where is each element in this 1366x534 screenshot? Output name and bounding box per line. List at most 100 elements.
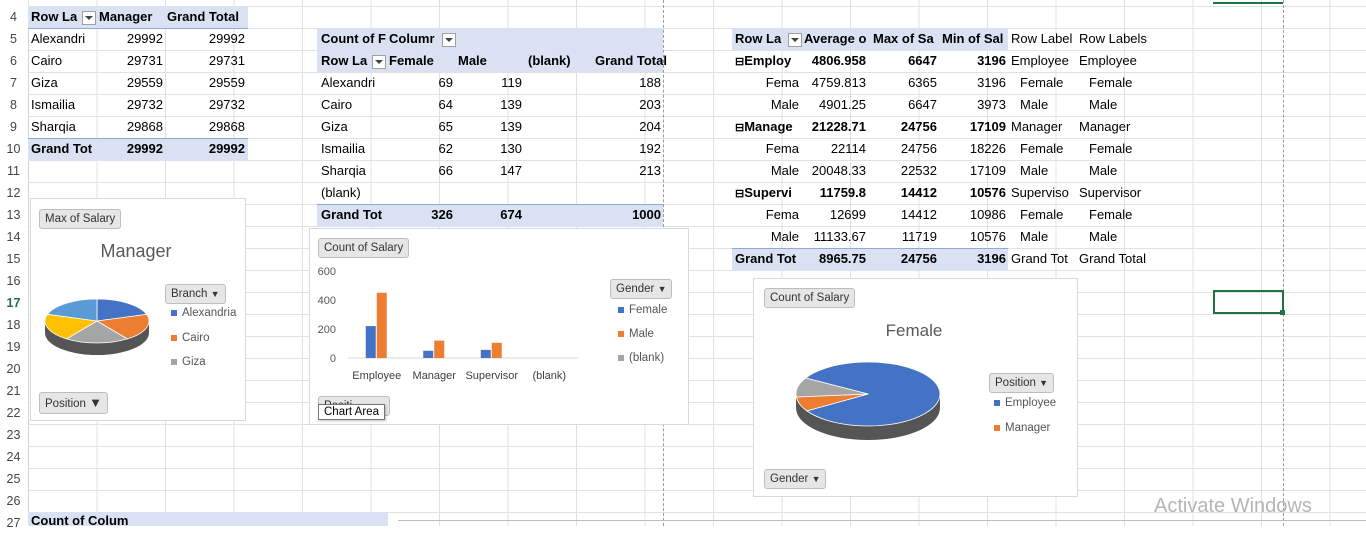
pivot-value[interactable]: 204 [595, 116, 661, 138]
pivot-total-value[interactable]: 29992 [167, 138, 245, 160]
pivot-value[interactable]: 69 [389, 72, 453, 94]
row-number[interactable]: 23 [0, 424, 27, 446]
row-number[interactable]: 8 [0, 94, 27, 116]
pivot-header-cell[interactable]: Average o [804, 28, 870, 50]
fill-handle[interactable] [1280, 310, 1285, 315]
row-number[interactable]: 19 [0, 336, 27, 358]
pivot-value[interactable]: 11133.67 [804, 226, 866, 248]
pivot-group-label[interactable]: ⊟Manage [735, 116, 801, 138]
pivot-value[interactable]: 29559 [167, 72, 245, 94]
cell-text[interactable]: Row Label [1011, 28, 1077, 50]
row-number[interactable]: 27 [0, 512, 27, 534]
pivot-value[interactable]: 66 [389, 160, 453, 182]
cell-text[interactable]: Grand Tot [1011, 248, 1077, 270]
legend-field-button[interactable]: Gender ▼ [610, 279, 673, 299]
row-headers[interactable]: 4 5 6 7 8 9 10 11 12 13 14 15 16 17 18 1… [0, 6, 29, 530]
pivot-value[interactable]: 203 [595, 94, 661, 116]
pivot-value[interactable]: 22532 [873, 160, 937, 182]
pivot-value[interactable]: 3973 [942, 94, 1006, 116]
row-number[interactable]: 18 [0, 314, 27, 336]
chart-value-field-button[interactable]: Count of Salary [318, 238, 410, 258]
pivot-value[interactable]: 6647 [873, 50, 937, 72]
pivot-value[interactable]: 17109 [942, 116, 1006, 138]
bar-female-employee[interactable] [365, 326, 376, 358]
chart-manager-pie[interactable]: Max of Salary Manager Branch ▼ Alexandri… [30, 198, 246, 421]
pivot-value[interactable]: 11719 [873, 226, 937, 248]
pivot-value[interactable]: 4806.958 [804, 50, 866, 72]
cell-text[interactable]: Employee [1079, 50, 1155, 72]
pivot-row-label[interactable]: Giza [321, 116, 385, 138]
filter-dropdown-icon[interactable] [788, 33, 802, 47]
pivot-value[interactable]: 130 [458, 138, 522, 160]
cell-text[interactable]: Male [1089, 160, 1165, 182]
pivot-value[interactable]: 29559 [99, 72, 163, 94]
pivot-header-cell[interactable]: Grand Total [167, 6, 247, 28]
pie-plot[interactable] [792, 354, 952, 454]
pivot-value[interactable]: 10576 [942, 226, 1006, 248]
pivot-row-label[interactable]: Fema [735, 138, 799, 160]
row-number[interactable]: 11 [0, 160, 27, 182]
filter-dropdown-icon[interactable] [82, 11, 96, 25]
pivot-value[interactable]: 24756 [873, 116, 937, 138]
cell-text[interactable]: Supervisor [1079, 182, 1155, 204]
row-number-selected[interactable]: 17 [0, 292, 27, 314]
pivot-value[interactable]: 29992 [99, 28, 163, 50]
cell-text[interactable]: Male [1020, 94, 1086, 116]
pivot-header-cell[interactable]: Manager [99, 6, 163, 28]
pivot-row-label[interactable]: Male [735, 160, 799, 182]
cell-text[interactable]: Male [1089, 226, 1165, 248]
pivot-value[interactable]: 188 [595, 72, 661, 94]
row-number[interactable]: 9 [0, 116, 27, 138]
pivot-group-label[interactable]: ⊟Supervi [735, 182, 801, 204]
cell-text[interactable]: Superviso [1011, 182, 1077, 204]
pivot-header-cell[interactable]: Male [458, 50, 518, 72]
pivot-total-label[interactable]: Grand Tot [735, 248, 801, 270]
collapse-icon[interactable]: ⊟ [735, 56, 744, 68]
pivot-value[interactable]: 147 [458, 160, 522, 182]
cell-text[interactable]: Female [1020, 204, 1086, 226]
pivot-row-label[interactable]: Sharqia [321, 160, 385, 182]
pivot-row-label[interactable]: Cairo [321, 94, 385, 116]
pivot-row-label[interactable]: Ismailia [31, 94, 95, 116]
row-number[interactable]: 20 [0, 358, 27, 380]
row-number[interactable]: 14 [0, 226, 27, 248]
bar-male-manager[interactable] [434, 340, 445, 358]
cell-text[interactable]: Female [1020, 138, 1086, 160]
row-number[interactable]: 26 [0, 490, 27, 512]
pivot-value[interactable]: 192 [595, 138, 661, 160]
pivot-value[interactable]: 29868 [167, 116, 245, 138]
row-number[interactable]: 22 [0, 402, 27, 424]
row-number[interactable]: 21 [0, 380, 27, 402]
pivot-header-cell[interactable]: Female [389, 50, 449, 72]
chart-value-field-button[interactable]: Max of Salary [39, 209, 122, 229]
pivot-row-label[interactable]: Male [735, 226, 799, 248]
pie-plot[interactable] [37, 289, 167, 364]
pivot-value[interactable]: 14412 [873, 182, 937, 204]
pivot-value[interactable]: 4759.813 [804, 72, 866, 94]
pivot-value[interactable]: 139 [458, 94, 522, 116]
row-number[interactable]: 13 [0, 204, 27, 226]
pivot-row-label[interactable]: Cairo [31, 50, 95, 72]
pivot-value[interactable]: 213 [595, 160, 661, 182]
pivot-row-label[interactable]: Alexandri [31, 28, 95, 50]
legend-field-button[interactable]: Branch ▼ [165, 284, 226, 304]
cell-text[interactable]: Manager [1079, 116, 1155, 138]
pivot-column-field[interactable]: Columr [389, 28, 449, 50]
chart-female-pie[interactable]: Count of Salary Female Position ▼ Employ… [753, 278, 1078, 497]
pivot-value[interactable]: 29732 [167, 94, 245, 116]
pivot-total-value[interactable]: 3196 [942, 248, 1006, 270]
pivot-value[interactable]: 29868 [99, 116, 163, 138]
pivot-header-cell[interactable]: Min of Sal [942, 28, 1008, 50]
pivot-row-label[interactable]: Male [735, 94, 799, 116]
cell-text[interactable]: Female [1020, 72, 1086, 94]
collapse-icon[interactable]: ⊟ [735, 122, 744, 134]
pivot-value-field[interactable]: Count of F [321, 28, 389, 50]
pivot-total-label[interactable]: Grand Tot [321, 204, 385, 226]
pivot-value[interactable]: 22114 [804, 138, 866, 160]
pivot-value[interactable]: 3196 [942, 50, 1006, 72]
legend-field-button[interactable]: Position ▼ [989, 373, 1055, 393]
pivot-total-value[interactable]: 326 [389, 204, 453, 226]
pivot-row-label[interactable]: Fema [735, 72, 799, 94]
cell-text[interactable]: Male [1020, 226, 1086, 248]
pivot-value[interactable]: 29731 [99, 50, 163, 72]
